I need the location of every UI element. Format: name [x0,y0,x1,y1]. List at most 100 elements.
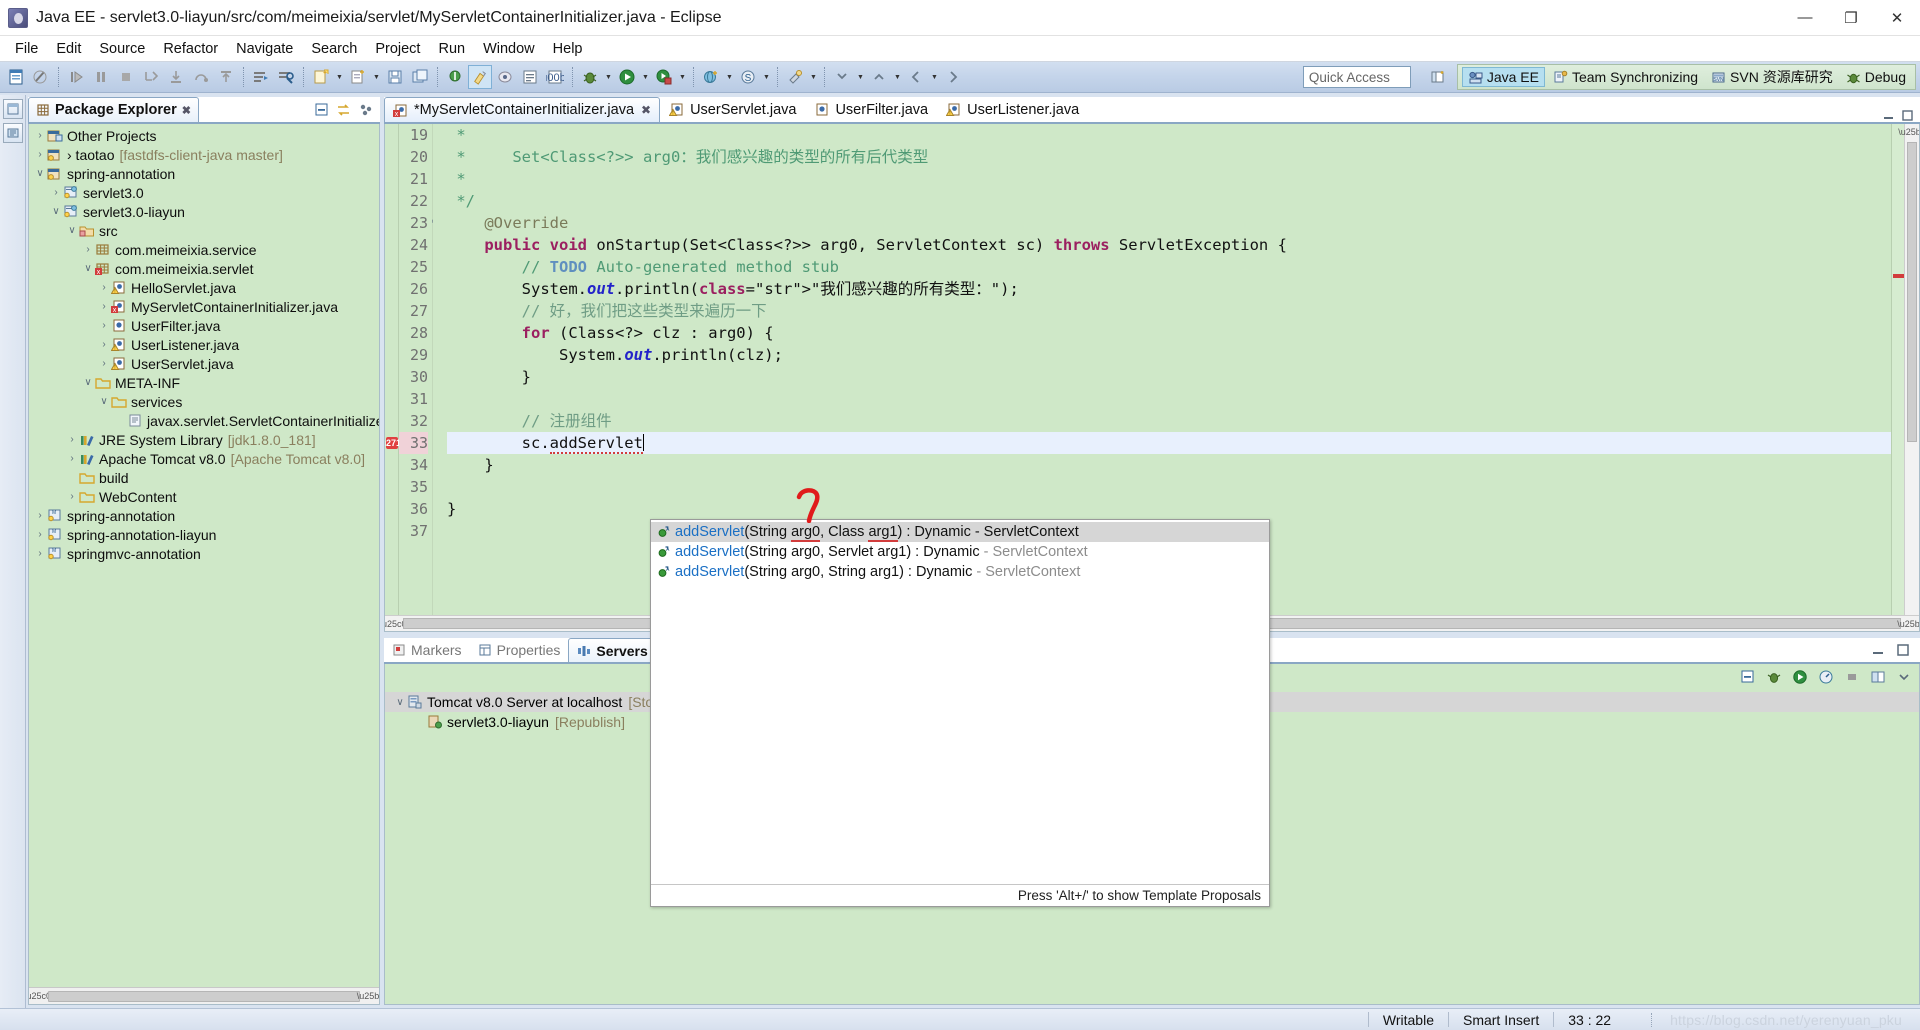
scroll-right-icon[interactable]: \u25b6 [1897,619,1919,629]
chevron-right-icon[interactable]: › [49,187,63,198]
view-menu-icon[interactable] [357,101,375,119]
vscroll-thumb[interactable] [1907,142,1917,442]
new-web-project-icon[interactable] [699,65,723,89]
pilcrow-icon[interactable]: \u00b6 [543,65,567,89]
forward-icon[interactable] [941,65,965,89]
proposal-item[interactable]: AaddServlet(String arg0, Servlet arg1) :… [651,542,1269,562]
run-icon[interactable] [615,65,639,89]
menu-refactor[interactable]: Refactor [154,39,227,59]
save-all-icon[interactable] [408,65,432,89]
tree-item[interactable]: › JRE System Library [jdk1.8.0_181] [29,430,379,449]
chevron-right-icon[interactable]: › [65,491,79,502]
bottom-tab-properties[interactable]: Properties [470,638,569,662]
link-with-editor-icon[interactable] [335,101,353,119]
new-web-dropdown-icon[interactable] [724,65,735,89]
menu-navigate[interactable]: Navigate [227,39,302,59]
save-icon[interactable] [383,65,407,89]
perspective-team-synchronizing[interactable]: Team Synchronizing [1548,68,1703,86]
chevron-right-icon[interactable]: › [97,320,111,331]
external-tools-icon[interactable] [783,65,807,89]
open-type-icon[interactable] [249,65,273,89]
search-icon[interactable] [274,65,298,89]
overview-ruler[interactable] [1891,124,1905,631]
minimize-button[interactable]: — [1782,0,1828,35]
prev-annotation-icon[interactable] [867,65,891,89]
next-annotation-icon[interactable] [830,65,854,89]
proposal-list[interactable]: AaddServlet(String arg0, Class arg1) : D… [651,520,1269,582]
code-line[interactable]: * [447,124,1919,146]
proposal-item[interactable]: AaddServlet(String arg0, String arg1) : … [651,562,1269,582]
tree-item[interactable]: › servlet3.0 [29,183,379,202]
tree-item[interactable]: › WebContent [29,487,379,506]
code-line[interactable] [447,388,1919,410]
show-whitespace-icon[interactable] [518,65,542,89]
tree-item[interactable]: › x MyServletContainerInitializer.java [29,297,379,316]
tree-item[interactable]: › › taotao [fastdfs-client-java master] [29,145,379,164]
code-line[interactable]: // 注册组件 [447,410,1919,432]
minimize-view-icon[interactable] [1869,641,1887,659]
code-line[interactable]: @Override [447,212,1919,234]
code-line[interactable]: // TODO Auto-generated method stub [447,256,1919,278]
scroll-left-icon[interactable]: \u25c0 [29,989,51,1004]
tree-item[interactable]: › Other Projects [29,126,379,145]
format-brush-icon[interactable] [468,65,492,89]
chevron-right-icon[interactable]: › [97,339,111,350]
new-class-icon[interactable] [346,65,370,89]
code-line[interactable]: // 好，我们把这些类型来遍历一下 [447,300,1919,322]
chevron-right-icon[interactable]: › [81,244,95,255]
editor-vertical-scrollbar[interactable]: \u25b2 \u25bc [1898,124,1919,631]
new-java-project-icon[interactable] [309,65,333,89]
chevron-right-icon[interactable]: › [65,453,79,464]
close-icon[interactable]: ✖ [641,103,651,117]
chevron-down-icon[interactable]: ∨ [49,206,63,217]
tree-item[interactable]: › Mspring-annotation-liayun [29,525,379,544]
perspective-java-ee[interactable]: Java EE [1461,67,1545,87]
stop-server-icon[interactable] [1843,668,1861,686]
no-edit-icon[interactable] [29,65,53,89]
debug-server-icon[interactable] [1765,668,1783,686]
debug-dropdown-icon[interactable] [603,65,614,89]
collapse-all-icon[interactable] [1739,668,1757,686]
chevron-right-icon[interactable]: › [65,434,79,445]
chevron-right-icon[interactable]: › [33,149,47,160]
menu-edit[interactable]: Edit [47,39,90,59]
close-icon[interactable]: ✖ [182,104,191,117]
scroll-right-icon[interactable]: \u25b6 [357,989,379,1004]
step-return-icon[interactable] [214,65,238,89]
code-line[interactable]: * [447,168,1919,190]
chevron-right-icon[interactable]: › [33,130,47,141]
project-tree[interactable]: › Other Projects › › taotao [fastdfs-client-… [28,124,380,1005]
editor-tab-userservlet-java[interactable]: ! UserServlet.java [660,97,805,122]
editor-tab-myservletcontainerinitializer-java[interactable]: x *MyServletContainerInitializer.java ✖ [384,97,661,122]
menu-help[interactable]: Help [544,39,592,59]
code-line[interactable]: System.out.println(class="str">"我们感兴趣的所有… [447,278,1919,300]
chevron-down-icon[interactable]: ∨ [81,377,95,388]
maximize-view-icon[interactable] [1894,641,1912,659]
bottom-tab-markers[interactable]: Markers [384,638,470,662]
tree-item[interactable]: › com.meimeixia.service [29,240,379,259]
tree-item[interactable]: › Mspringmvc-annotation [29,544,379,563]
tree-item[interactable]: ›! UserServlet.java [29,354,379,373]
tree-item[interactable]: ∨ spring-annotation [29,164,379,183]
tree-item[interactable]: ∨ META-INF [29,373,379,392]
tree-item[interactable]: build [29,468,379,487]
debug-icon[interactable] [578,65,602,89]
tree-item[interactable]: ∨ servlet3.0-liayun [29,202,379,221]
editor-tab-userfilter-java[interactable]: UserFilter.java [805,97,937,122]
tree-item[interactable]: ›! UserListener.java [29,335,379,354]
profile-server-icon[interactable] [1817,668,1835,686]
annotation-ruler[interactable]: \u2715 [385,124,406,631]
perspective-debug[interactable]: Debug [1841,68,1911,86]
external-tools-dropdown-icon[interactable] [808,65,819,89]
collapse-all-icon[interactable] [313,101,331,119]
run-on-server-icon[interactable] [652,65,676,89]
view-menu-icon[interactable] [1895,668,1913,686]
editor-tab-userlistener-java[interactable]: ! UserListener.java [937,97,1088,122]
scroll-left-icon[interactable]: \u25c0 [385,619,407,629]
chevron-right-icon[interactable]: › [97,282,111,293]
perspective-svn-资源库研究[interactable]: SVN SVN 资源库研究 [1706,66,1838,88]
svn-dropdown-icon[interactable] [761,65,772,89]
tab-package-explorer[interactable]: Package Explorer ✖ [28,97,199,122]
publish-server-icon[interactable] [1869,668,1887,686]
tree-item[interactable]: › Apache Tomcat v8.0 [Apache Tomcat v8.0] [29,449,379,468]
